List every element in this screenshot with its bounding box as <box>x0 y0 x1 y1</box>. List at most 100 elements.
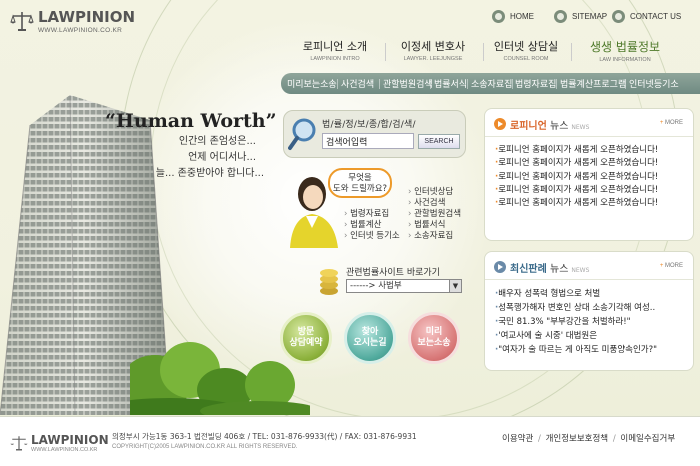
subnav-item-preview-lawsuit[interactable]: 미리보는소송 <box>287 77 337 90</box>
home-link[interactable]: HOME <box>492 7 534 25</box>
nav-item-label: 이정세 변호사 <box>400 40 466 53</box>
help-link-statutes[interactable]: 법령자료집 <box>344 209 400 220</box>
visit-reservation-button[interactable]: 방문 상담예약 <box>280 312 332 364</box>
main-nav: 로피니언 소개 LAWPINION INTRO 이정세 변호사 LAWYER. … <box>285 38 693 68</box>
related-sites-select[interactable]: ------> 사법부 ▼ <box>346 279 462 293</box>
subnav-item-court-search[interactable]: 관할법원검색 <box>383 77 433 90</box>
button-line: 상담예약 <box>289 338 323 348</box>
help-link-court-search[interactable]: 관할법원검색 <box>408 209 461 220</box>
contact-link-label: CONTACT US <box>630 11 682 21</box>
subnav-item-case-search[interactable]: 사건검색 <box>341 77 374 90</box>
subnav-item-calculator[interactable]: 법률계산프로그램 <box>560 77 626 90</box>
related-sites-label: 관련법률사이트 바로가기 <box>346 268 440 278</box>
nav-item-sublabel: COUNSEL ROOM <box>503 56 549 62</box>
nav-item-label: 인터넷 상담실 <box>493 40 559 53</box>
search-title: 법/률/정/보/종/합/검/색/ <box>322 120 416 130</box>
news-more-link[interactable]: MORE <box>660 120 683 126</box>
list-item[interactable]: 로피니언 홈페이지가 새롭게 오픈하였습니다! <box>495 144 687 157</box>
terms-link[interactable]: 이용약관 <box>502 434 533 444</box>
case-news-header: 최신판례 뉴스NEWS MORE <box>485 252 693 280</box>
news-title-rest: 뉴스 <box>546 121 569 132</box>
button-line: 찾아 <box>361 327 379 337</box>
logo-url: WWW.LAWPINION.CO.KR <box>38 27 123 34</box>
directions-button[interactable]: 찾아 오시는길 <box>344 312 396 364</box>
help-link-case-search[interactable]: 사건검색 <box>408 198 461 209</box>
footer-link-divider: / <box>610 434 619 444</box>
footer: LAWPINION WWW.LAWPINION.CO.KR 의정부시 가능1동 … <box>0 416 700 466</box>
list-item[interactable]: 로피니언 홈페이지가 새롭게 오픈하였습니다! <box>495 171 687 184</box>
privacy-link[interactable]: 개인정보보호정책 <box>546 434 609 444</box>
list-item[interactable]: 국민 81.3% "부부강간을 처벌하라!" <box>495 315 691 329</box>
list-item[interactable]: 성폭행가해자 변호인 상대 소송기각해 여성.. <box>495 301 691 315</box>
news-title-highlight: 로피니언 <box>510 121 547 132</box>
sitemap-icon <box>554 9 567 23</box>
logo-text: LAWPINION <box>38 8 136 26</box>
nav-divider <box>571 43 572 61</box>
case-news-box: 최신판례 뉴스NEWS MORE 배우자 성폭력 형법으로 처벌 성폭행가해자 … <box>484 251 694 371</box>
help-link-counsel[interactable]: 인터넷상담 <box>408 187 461 198</box>
home-icon <box>492 9 505 23</box>
subnav-item-lawsuit-data[interactable]: 소송자료집 <box>471 77 512 90</box>
nav-divider <box>385 43 386 61</box>
subnav-item-legal-forms[interactable]: 법률서식 <box>434 77 467 90</box>
help-links-left: 법령자료집 법률계산 인터넷 등기소 <box>344 209 400 242</box>
nav-item-lawyer[interactable]: 이정세 변호사 LAWYER. LEEJUNGSE <box>389 38 477 62</box>
contact-link[interactable]: CONTACT US <box>612 7 681 25</box>
nav-item-label: 로피니언 소개 <box>302 40 368 53</box>
subnav-item-statute-data[interactable]: 법령자료집 <box>515 77 556 90</box>
subnav-divider <box>467 79 468 89</box>
list-item[interactable]: '여교사에 술 시중' 대법원은 <box>495 329 691 343</box>
subnav-divider <box>512 79 513 89</box>
magnifier-icon <box>288 118 316 150</box>
email-refusal-link[interactable]: 이메일수집거부 <box>620 434 675 444</box>
footer-logo-url: WWW.LAWPINION.CO.KR <box>31 447 98 453</box>
footer-copyright: COPYRIGHT(C)2005 LAWPINION.CO.KR ALL RIG… <box>112 444 298 450</box>
subnav-divider <box>625 79 626 89</box>
hero-line: 늘... 존중받아야 합니다... <box>155 168 264 179</box>
hero-slogan: “Human Worth” <box>105 110 277 132</box>
sitemap-link[interactable]: SITEMAP <box>554 7 607 25</box>
site-logo[interactable]: LAWPINION WWW.LAWPINION.CO.KR <box>10 8 150 38</box>
footer-logo: LAWPINION WWW.LAWPINION.CO.KR <box>10 433 110 457</box>
help-link-forms[interactable]: 법률서식 <box>408 220 461 231</box>
sub-nav: 미리보는소송 사건검색 관할법원검색 법률서식 소송자료집 법령자료집 법률계산… <box>281 73 700 94</box>
list-item[interactable]: 로피니언 홈페이지가 새롭게 오픈하였습니다! <box>495 197 687 210</box>
news-box-header: 로피니언 뉴스NEWS MORE <box>485 109 693 137</box>
subnav-divider <box>556 79 557 89</box>
related-sites-selected: ------> 사법부 <box>350 281 402 291</box>
search-box: 법/률/정/보/종/합/검/색/ SEARCH <box>283 110 466 158</box>
nav-item-sublabel: LAWYER. LEEJUNGSE <box>403 56 463 62</box>
page: LAWPINION WWW.LAWPINION.CO.KR HOME SITEM… <box>0 0 700 466</box>
search-input[interactable] <box>322 133 414 149</box>
footer-logo-text: LAWPINION <box>31 433 109 447</box>
preview-lawsuit-button[interactable]: 미리 보는소송 <box>408 312 460 364</box>
nav-item-law-info[interactable]: 생생 법률정보 LAW INFORMATION <box>575 38 675 63</box>
help-link-registry[interactable]: 인터넷 등기소 <box>344 231 400 242</box>
case-news-title-en: NEWS <box>571 267 590 274</box>
help-link-calc[interactable]: 법률계산 <box>344 220 400 231</box>
nav-item-label: 생생 법률정보 <box>589 40 661 54</box>
scale-icon <box>10 436 28 451</box>
contact-icon <box>612 9 625 23</box>
help-link-lawsuit-data[interactable]: 소송자료집 <box>408 231 461 242</box>
scale-icon <box>10 12 34 31</box>
list-item[interactable]: 로피니언 홈페이지가 새롭게 오픈하였습니다! <box>495 184 687 197</box>
search-button[interactable]: SEARCH <box>418 134 460 149</box>
nav-item-intro[interactable]: 로피니언 소개 LAWPINION INTRO <box>291 38 379 62</box>
subnav-divider <box>430 79 431 89</box>
footer-link-divider: / <box>535 434 544 444</box>
case-news-list: 배우자 성폭력 형법으로 처벌 성폭행가해자 변호인 상대 소송기각해 여성..… <box>495 287 691 357</box>
footer-address: 의정부시 가능1동 363-1 법전빌딩 406호 / TEL: 031-876… <box>112 432 417 441</box>
button-line: 미리 <box>425 327 443 337</box>
nav-item-counsel[interactable]: 인터넷 상담실 COUNSEL ROOM <box>485 38 567 62</box>
nav-item-sublabel: LAW INFORMATION <box>599 57 651 63</box>
list-item[interactable]: "여자가 술 따르는 게 아직도 미풍양속인가?" <box>495 343 691 357</box>
list-item[interactable]: 로피니언 홈페이지가 새롭게 오픈하였습니다! <box>495 157 687 170</box>
case-news-more-link[interactable]: MORE <box>660 263 683 269</box>
subnav-item-registry[interactable]: 인터넷등기소 <box>629 77 679 90</box>
list-item[interactable]: 배우자 성폭력 형법으로 처벌 <box>495 287 691 301</box>
help-links-right: 인터넷상담 사건검색 관할법원검색 법률서식 소송자료집 <box>408 187 461 242</box>
home-link-label: HOME <box>510 11 534 21</box>
case-news-title-rest: 뉴스 <box>546 264 569 275</box>
nav-item-sublabel: LAWPINION INTRO <box>310 56 360 62</box>
